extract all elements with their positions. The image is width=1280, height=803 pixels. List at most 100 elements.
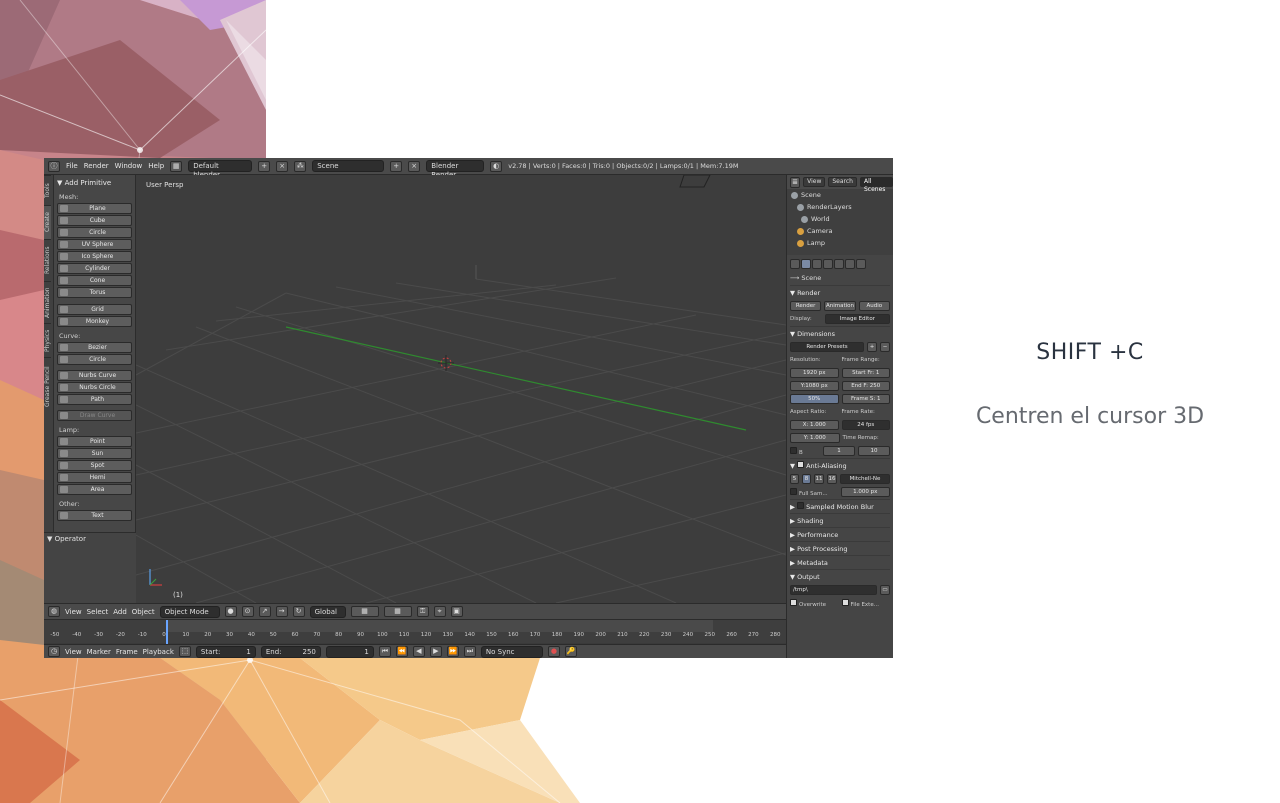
- editor-type-icon[interactable]: ◍: [48, 606, 60, 617]
- add-monkey-button[interactable]: Monkey: [57, 316, 132, 327]
- menu-file[interactable]: File: [66, 162, 78, 170]
- resolution-x-field[interactable]: 1920 px: [790, 368, 839, 378]
- display-selector[interactable]: Image Editor: [824, 314, 890, 324]
- object-tab-icon[interactable]: [845, 259, 855, 269]
- menu-render[interactable]: Render: [84, 162, 109, 170]
- mode-selector[interactable]: Object Mode: [159, 605, 220, 618]
- border-checkbox[interactable]: B: [790, 446, 820, 456]
- timeline-editor-icon[interactable]: ◷: [48, 646, 60, 657]
- add-area-lamp-button[interactable]: Area: [57, 484, 132, 495]
- add-path-button[interactable]: Path: [57, 394, 132, 405]
- tab-animation[interactable]: Animation: [44, 281, 51, 323]
- menu-marker[interactable]: Marker: [87, 648, 111, 656]
- tab-physics[interactable]: Physics: [44, 323, 51, 357]
- aa-samples-16[interactable]: 16: [827, 474, 837, 484]
- animation-button[interactable]: Animation: [824, 301, 856, 311]
- menu-add[interactable]: Add: [113, 608, 127, 616]
- constraints-tab-icon[interactable]: [856, 259, 866, 269]
- lock-icon[interactable]: ⚿: [416, 606, 429, 617]
- snap-icon[interactable]: ⌖: [433, 606, 446, 617]
- layout-selector[interactable]: Default blender: [188, 160, 253, 179]
- keying-set-icon[interactable]: 🔑: [564, 646, 577, 657]
- preview-range-icon[interactable]: ⬚: [178, 646, 191, 657]
- record-icon[interactable]: ●: [547, 646, 560, 657]
- add-hemi-lamp-button[interactable]: Hemi: [57, 472, 132, 483]
- add-sun-lamp-button[interactable]: Sun: [57, 448, 132, 459]
- render-panel-header[interactable]: ▼ Render: [790, 285, 890, 299]
- tab-grease-pencil[interactable]: Grease Pencil: [44, 357, 51, 415]
- full-sample-checkbox[interactable]: Full Sam...: [790, 487, 838, 497]
- resolution-percentage-field[interactable]: 50%: [790, 394, 839, 404]
- viewport-shading-icon[interactable]: ●: [224, 606, 237, 617]
- render-button[interactable]: Render: [790, 301, 822, 311]
- remap-old-field[interactable]: 1: [823, 446, 855, 456]
- aa-samples-11[interactable]: 11: [814, 474, 824, 484]
- aa-samples-5[interactable]: 5: [790, 474, 799, 484]
- menu-select[interactable]: Select: [87, 608, 109, 616]
- motion-blur-checkbox[interactable]: [797, 502, 805, 509]
- outliner-all-scenes-button[interactable]: All Scenes: [860, 177, 893, 193]
- add-nurbs-curve-button[interactable]: Nurbs Curve: [57, 370, 132, 381]
- jump-start-icon[interactable]: ⏮: [378, 646, 391, 657]
- rotate-icon[interactable]: ↻: [292, 606, 305, 617]
- remove-preset-button[interactable]: −: [880, 342, 890, 352]
- fps-selector[interactable]: 24 fps: [841, 420, 890, 430]
- render-presets-selector[interactable]: Render Presets: [790, 342, 864, 352]
- scene-icon[interactable]: ⁂: [294, 160, 307, 172]
- outliner-view-button[interactable]: View: [803, 177, 826, 187]
- overwrite-checkbox[interactable]: Overwrite: [790, 598, 839, 608]
- menu-help[interactable]: Help: [148, 162, 164, 170]
- add-text-button[interactable]: Text: [57, 510, 132, 521]
- output-path-field[interactable]: /tmp\: [790, 585, 877, 595]
- add-primitive-panel-header[interactable]: ▼ Add Primitive: [57, 179, 132, 187]
- layers2-icon[interactable]: ▦: [383, 606, 412, 617]
- outliner-row-camera[interactable]: Camera: [787, 225, 893, 237]
- add-cylinder-button[interactable]: Cylinder: [57, 263, 132, 274]
- tab-tools[interactable]: Tools: [44, 175, 51, 205]
- output-panel-header[interactable]: ▼ Output: [790, 569, 890, 583]
- render-preview-icon[interactable]: ▣: [450, 606, 463, 617]
- outliner-row-world[interactable]: World: [787, 213, 893, 225]
- add-cone-button[interactable]: Cone: [57, 275, 132, 286]
- anti-aliasing-checkbox[interactable]: [797, 461, 805, 468]
- add-scene-icon[interactable]: +: [390, 160, 403, 172]
- add-torus-button[interactable]: Torus: [57, 287, 132, 298]
- menu-timeline-view[interactable]: View: [65, 648, 82, 656]
- screen-layout-icon[interactable]: ▦: [170, 160, 183, 172]
- metadata-panel-header[interactable]: ▶ Metadata: [790, 555, 890, 569]
- menu-window[interactable]: Window: [115, 162, 143, 170]
- translate-icon[interactable]: →: [275, 606, 288, 617]
- menu-view[interactable]: View: [65, 608, 82, 616]
- aspect-y-field[interactable]: Y: 1.000: [790, 433, 840, 443]
- outliner-row-renderlayers[interactable]: RenderLayers: [787, 201, 893, 213]
- file-extensions-checkbox[interactable]: File Exte...: [841, 598, 891, 608]
- resolution-y-field[interactable]: Y:1080 px: [790, 381, 839, 391]
- add-curve-circle-button[interactable]: Circle: [57, 354, 132, 365]
- add-preset-button[interactable]: +: [867, 342, 877, 352]
- filter-size-field[interactable]: 1.000 px: [840, 487, 890, 497]
- play-icon[interactable]: ▶: [429, 646, 442, 657]
- add-circle-button[interactable]: Circle: [57, 227, 132, 238]
- remap-new-field[interactable]: 10: [858, 446, 890, 456]
- folder-icon[interactable]: ▭: [880, 585, 890, 595]
- info-editor-icon[interactable]: ⓘ: [48, 160, 60, 172]
- aa-samples-8[interactable]: 8: [802, 474, 811, 484]
- dimensions-panel-header[interactable]: ▼ Dimensions: [790, 326, 890, 340]
- end-frame-field[interactable]: End: 250: [260, 645, 321, 658]
- 3d-viewport[interactable]: User Persp (1): [136, 175, 786, 603]
- render-layers-tab-icon[interactable]: [812, 259, 822, 269]
- prev-key-icon[interactable]: ⏪: [395, 646, 408, 657]
- add-uv-sphere-button[interactable]: UV Sphere: [57, 239, 132, 250]
- add-point-lamp-button[interactable]: Point: [57, 436, 132, 447]
- manipulator-icon[interactable]: ↗: [258, 606, 271, 617]
- start-frame-prop[interactable]: Start Fr: 1: [841, 368, 890, 378]
- anti-aliasing-panel-header[interactable]: ▼ Anti-Aliasing: [790, 458, 890, 472]
- layers-icon[interactable]: ▦: [350, 606, 379, 617]
- post-processing-panel-header[interactable]: ▶ Post Processing: [790, 541, 890, 555]
- outliner-row-lamp[interactable]: Lamp: [787, 237, 893, 249]
- tab-relations[interactable]: Relations: [44, 239, 51, 281]
- menu-playback[interactable]: Playback: [143, 648, 174, 656]
- performance-panel-header[interactable]: ▶ Performance: [790, 527, 890, 541]
- jump-end-icon[interactable]: ⏭: [463, 646, 476, 657]
- outliner-editor-icon[interactable]: ≣: [790, 176, 801, 188]
